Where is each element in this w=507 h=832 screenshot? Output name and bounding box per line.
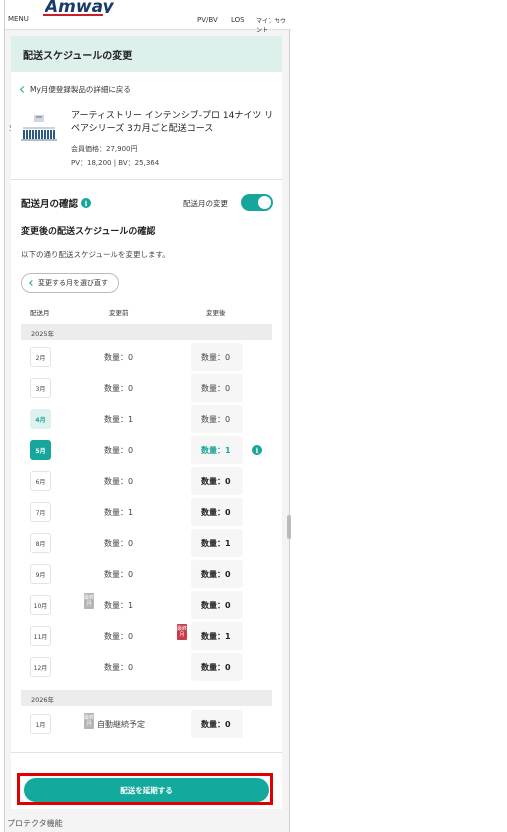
back-link-label: My月便登録製品の詳細に戻る xyxy=(30,85,131,94)
month-cell[interactable]: 1月 xyxy=(30,714,51,734)
confirm-heading-label: 配送月の確認 xyxy=(21,199,79,210)
product-image xyxy=(21,115,57,141)
reselect-label: 変更する月を選び直す xyxy=(38,279,108,287)
info-icon[interactable]: i xyxy=(252,445,262,455)
product-price: 会員価格：27,900円 xyxy=(71,145,138,153)
before-quantity: 数量：1 xyxy=(104,601,134,610)
screen: MENU Amway PV/BV LOS マイアカウント 5 プロテクタ機能 配… xyxy=(0,0,507,832)
before-quantity: 数量：1 xyxy=(104,508,134,517)
delivery-month-confirm-heading: 配送月の確認 i xyxy=(21,196,92,210)
month-cell[interactable]: 12月 xyxy=(30,657,51,677)
reselect-month-button[interactable]: 変更する月を選び直す xyxy=(21,273,119,293)
schedule-change-modal: 配送スケジュールの変更 My月便登録製品の詳細に戻る アーティストリー インテン… xyxy=(11,36,282,809)
info-icon[interactable]: i xyxy=(81,198,92,208)
schedule-row: 1月 最終月 自動継続予定 数量：0 xyxy=(11,710,282,738)
schedule-description: 以下の通り配送スケジュールを変更します。 xyxy=(21,250,170,259)
column-header-month: 配送月 xyxy=(30,309,50,317)
product-title: アーティストリー インテンシブ-プロ 14ナイツ リペアシリーズ 3カ月ごと配送… xyxy=(71,111,274,134)
footer-divider xyxy=(11,752,282,753)
month-cell[interactable]: 8月 xyxy=(30,533,51,553)
highlight-frame xyxy=(17,773,273,805)
after-quantity: 数量：0 xyxy=(201,663,231,672)
schedule-row: 10月 数量：1 数量：0 最終月 xyxy=(11,591,282,619)
toggle-label: 配送月の変更 xyxy=(183,199,228,208)
toggle-knob xyxy=(258,196,271,209)
after-quantity: 数量：0 xyxy=(201,508,231,517)
background-header: MENU Amway PV/BV LOS マイアカウント xyxy=(5,0,291,34)
after-quantity: 数量：1 xyxy=(201,539,231,548)
final-month-tag: 最終月 xyxy=(84,713,95,729)
delivery-month-change-toggle[interactable] xyxy=(241,194,273,211)
final-month-tag: 最終月 xyxy=(177,624,188,640)
column-header-before: 変更前 xyxy=(109,309,129,317)
month-cell[interactable]: 2月 xyxy=(30,347,51,367)
after-quantity: 数量：0 xyxy=(201,384,231,393)
background-bottom-text: プロテクタ機能 xyxy=(7,819,63,828)
after-quantity: 数量：0 xyxy=(201,353,231,362)
before-quantity: 数量：0 xyxy=(104,384,134,393)
year-bar-2025: 2025年 xyxy=(21,324,272,340)
before-quantity: 数量：0 xyxy=(104,477,134,486)
after-quantity: 数量：0 xyxy=(201,570,231,579)
after-quantity: 数量：1 xyxy=(201,446,231,455)
schedule-row: 12月 数量：0 数量：0 xyxy=(11,653,282,681)
modal-title: 配送スケジュールの変更 xyxy=(11,36,282,72)
divider xyxy=(11,179,282,180)
schedule-row: 7月 数量：1 数量：0 xyxy=(11,498,282,526)
schedule-heading: 変更後の配送スケジュールの確認 xyxy=(21,227,156,237)
chevron-left-icon xyxy=(29,280,35,286)
chevron-left-icon xyxy=(19,85,28,94)
background-scrollbar[interactable] xyxy=(287,515,291,539)
after-quantity: 数量：0 xyxy=(201,720,231,729)
month-cell[interactable]: 11月 xyxy=(30,626,51,646)
after-quantity: 数量：0 xyxy=(201,477,231,486)
month-cell[interactable]: 5月 xyxy=(30,440,51,460)
after-quantity: 数量：0 xyxy=(201,415,231,424)
schedule-row: 3月 数量：0 数量：0 xyxy=(11,374,282,402)
before-quantity: 数量：0 xyxy=(104,570,134,579)
before-quantity: 数量：0 xyxy=(104,353,134,362)
month-cell[interactable]: 9月 xyxy=(30,564,51,584)
schedule-row: 2月 数量：0 数量：0 xyxy=(11,343,282,371)
month-cell[interactable]: 4月 xyxy=(30,409,51,429)
schedule-row: 8月 数量：0 数量：1 xyxy=(11,529,282,557)
before-quantity: 数量：0 xyxy=(104,539,134,548)
product-pv-bv: PV：18,200 | BV：25,364 xyxy=(71,159,160,167)
logo-underline xyxy=(43,14,103,16)
column-header-after: 変更後 xyxy=(206,309,226,317)
schedule-row: 4月 数量：1 数量：0 xyxy=(11,405,282,433)
after-quantity: 数量：0 xyxy=(201,601,231,610)
nav-pvbv[interactable]: PV/BV xyxy=(197,16,218,24)
back-link[interactable]: My月便登録製品の詳細に戻る xyxy=(19,84,131,95)
menu-button[interactable]: MENU xyxy=(8,15,29,23)
before-quantity: 数量：0 xyxy=(104,663,134,672)
final-month-tag: 最終月 xyxy=(84,593,95,609)
auto-continue-text: 自動継続予定 xyxy=(97,720,145,729)
month-cell[interactable]: 6月 xyxy=(30,471,51,491)
month-cell[interactable]: 7月 xyxy=(30,502,51,522)
year-bar-2026: 2026年 xyxy=(21,690,272,706)
schedule-row: 6月 数量：0 数量：0 xyxy=(11,467,282,495)
nav-los[interactable]: LOS xyxy=(231,16,245,24)
before-quantity: 数量：0 xyxy=(104,632,134,641)
amway-logo: Amway xyxy=(45,0,114,13)
schedule-row: 11月 数量：0 数量：1 最終月 xyxy=(11,622,282,650)
schedule-row: 5月 数量：0 数量：1 i xyxy=(11,436,282,464)
close-icon[interactable] xyxy=(262,9,282,29)
schedule-row: 9月 数量：0 数量：0 xyxy=(11,560,282,588)
before-quantity: 数量：0 xyxy=(104,446,134,455)
month-cell[interactable]: 10月 xyxy=(30,595,51,615)
month-cell[interactable]: 3月 xyxy=(30,378,51,398)
before-quantity: 数量：1 xyxy=(104,415,134,424)
after-quantity: 数量：1 xyxy=(201,632,231,641)
